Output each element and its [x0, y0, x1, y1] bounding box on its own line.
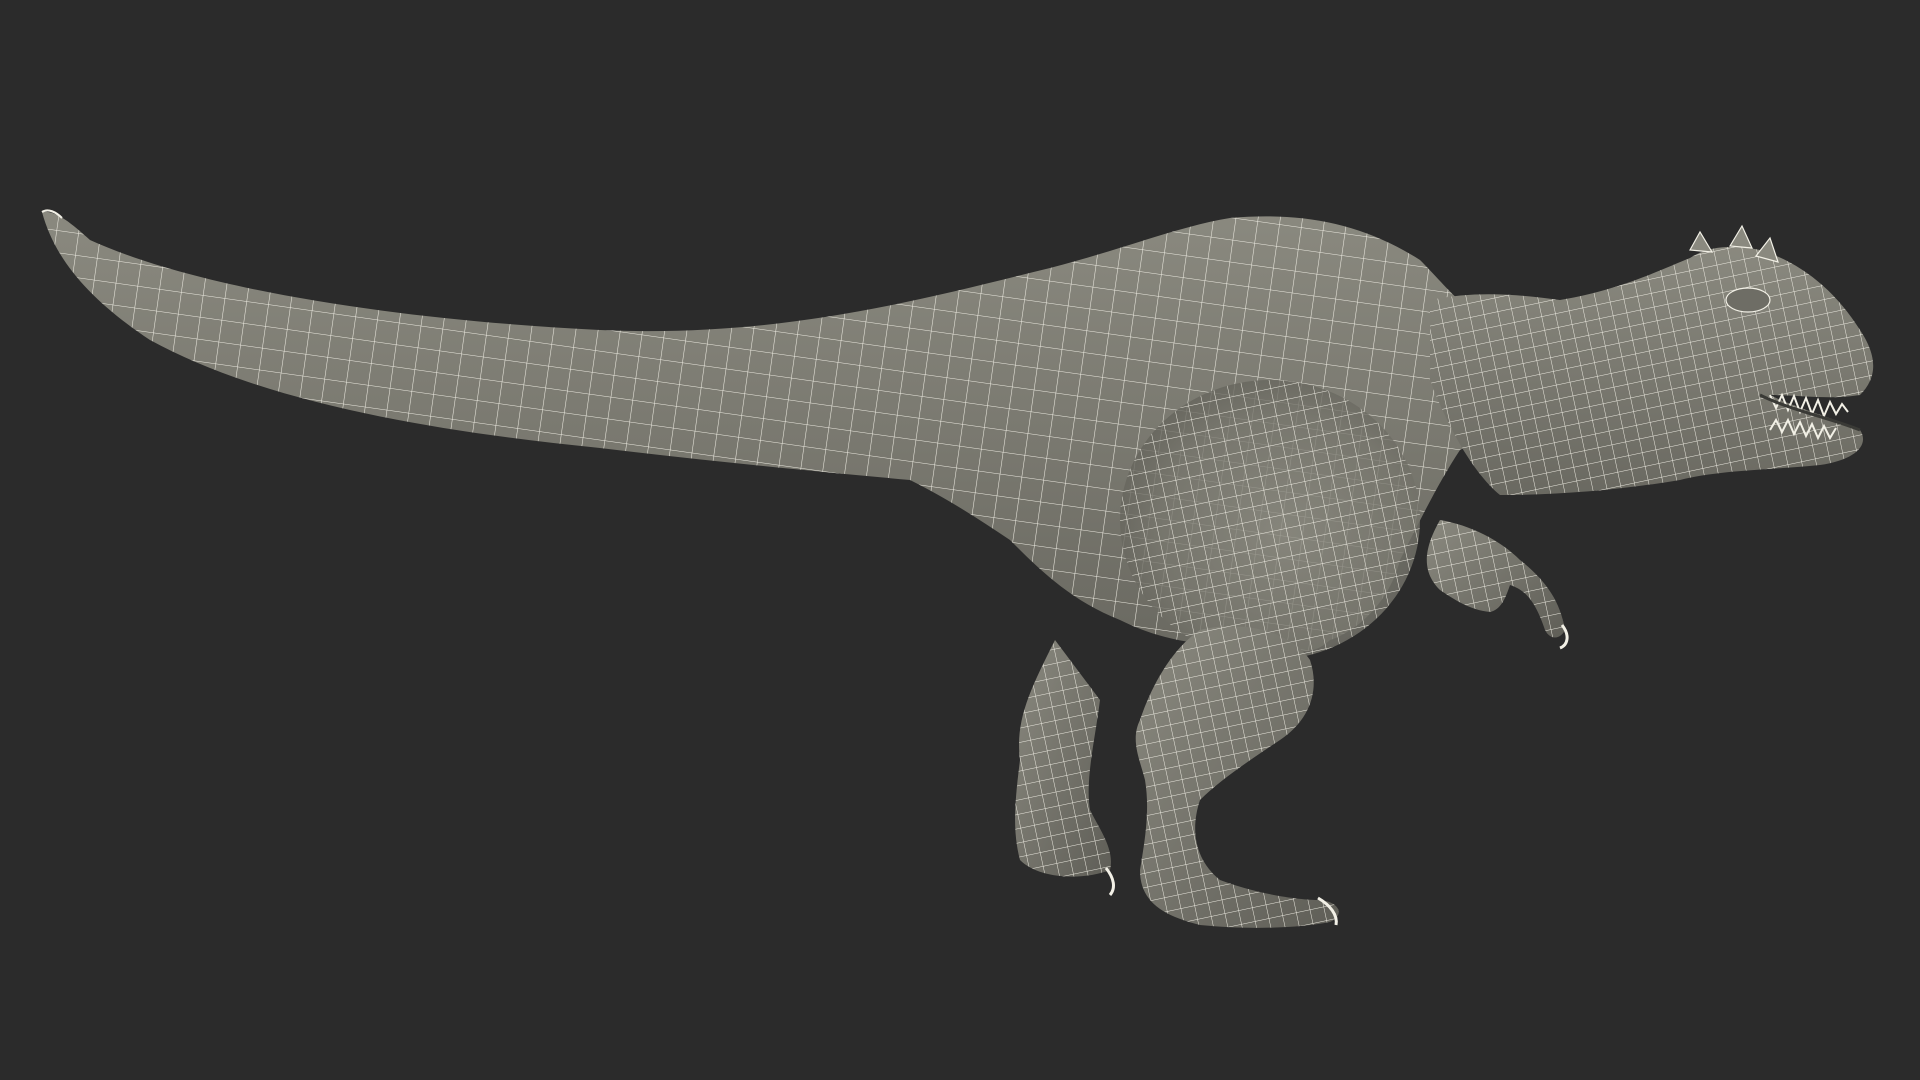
dinosaur-head: [1430, 224, 1874, 495]
near-leg: [1104, 626, 1339, 928]
dinosaur-wireframe-icon: [41, 209, 1874, 928]
far-leg: [1015, 640, 1111, 877]
render-viewport: [0, 0, 1920, 1080]
dinosaur-arm: [1426, 520, 1569, 650]
